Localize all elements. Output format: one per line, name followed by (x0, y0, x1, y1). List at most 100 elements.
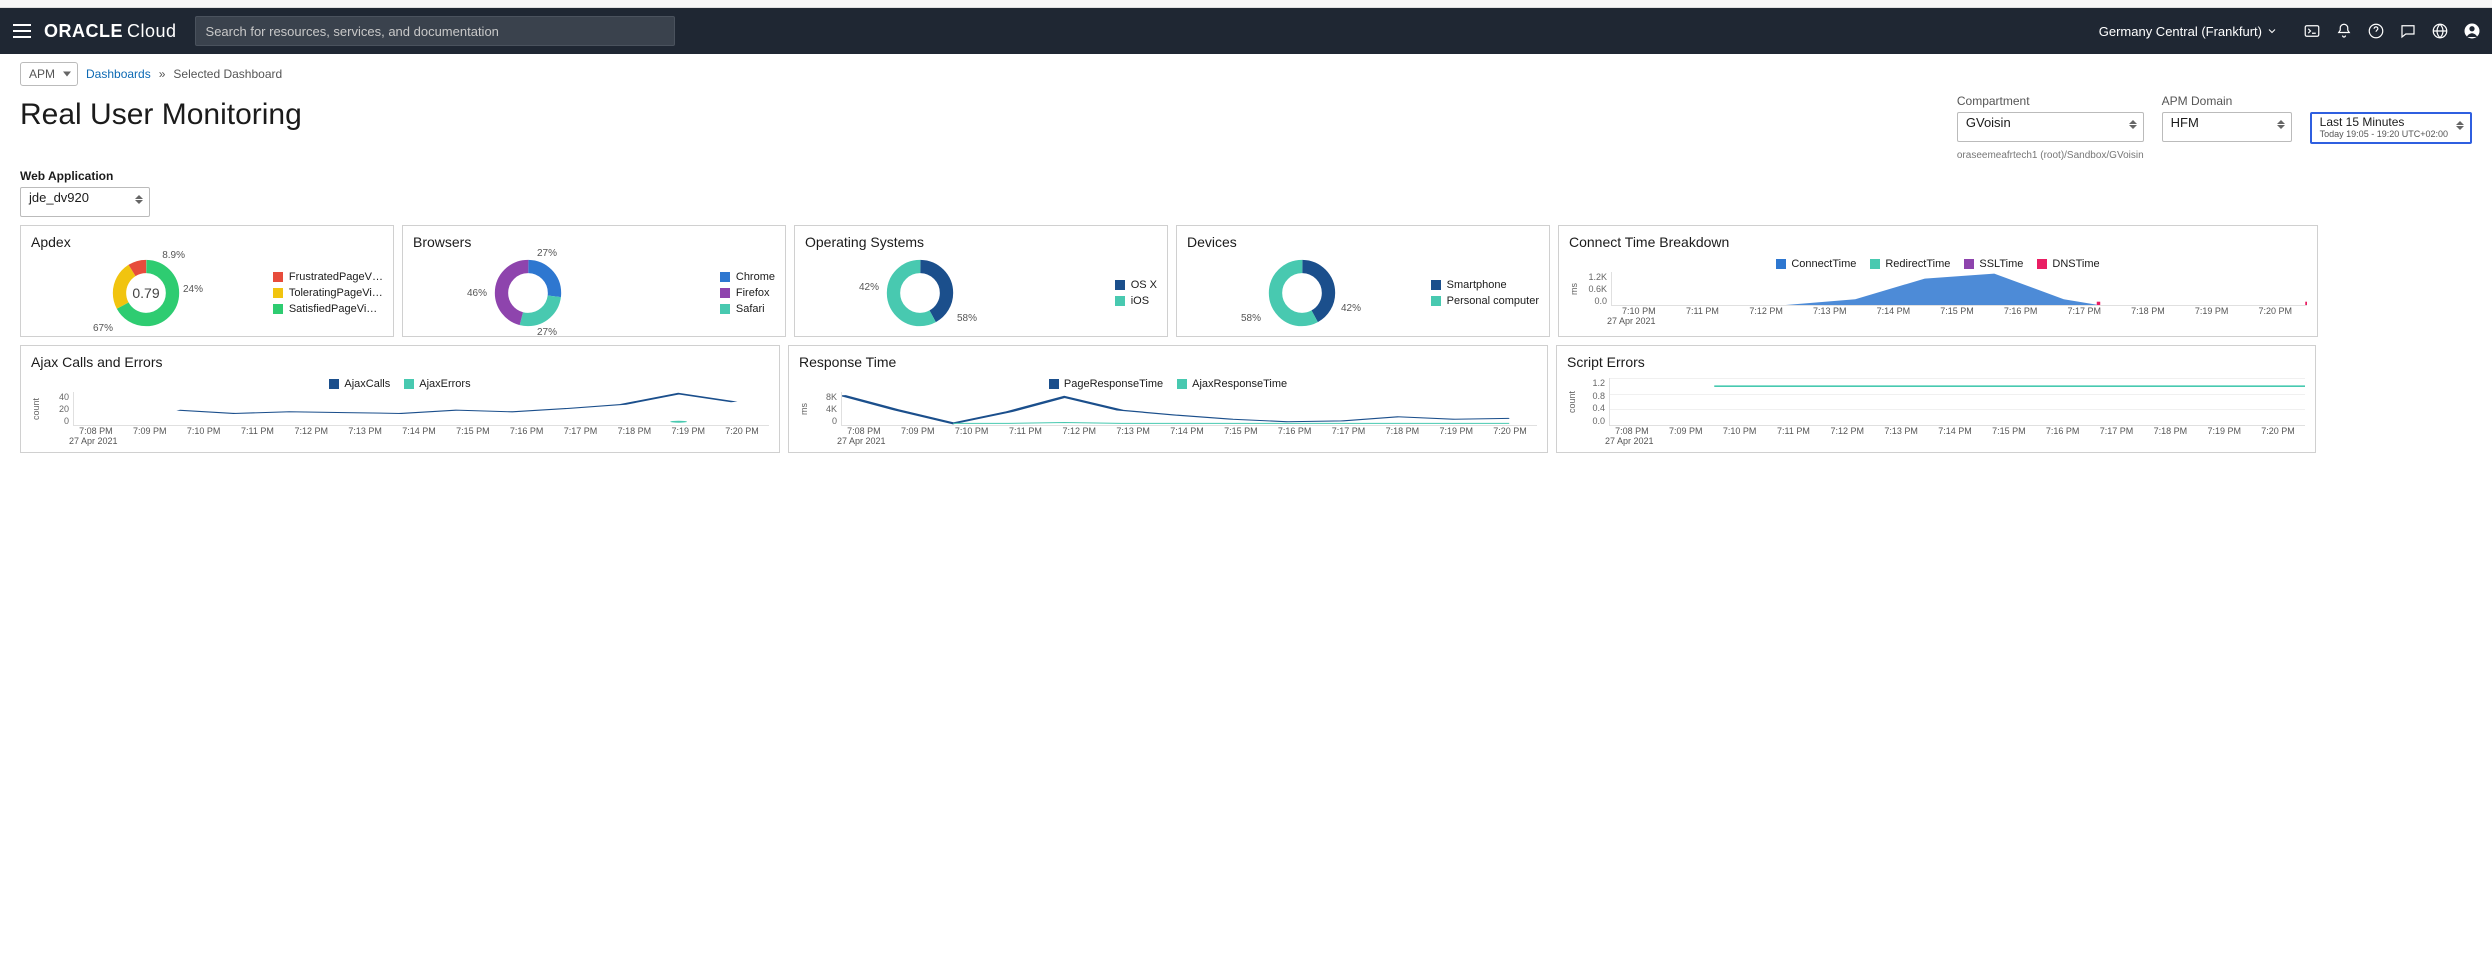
legend-tolerating: ToleratingPageVi… (289, 287, 383, 299)
time-range-select[interactable]: Last 15 Minutes Today 19:05 - 19:20 UTC+… (2310, 112, 2472, 144)
xticks-long: 7:08 PM7:09 PM7:10 PM7:11 PM7:12 PM7:13 … (837, 426, 1537, 436)
search-input[interactable] (195, 16, 675, 46)
devices-legend: Smartphone Personal computer (1431, 279, 1539, 307)
compartment-label: Compartment (1957, 94, 2144, 108)
xticks-short: 7:10 PM7:11 PM7:12 PM7:13 PM7:14 PM7:15 … (1607, 306, 2307, 316)
time-spacer (2310, 94, 2472, 108)
pct-pc: 58% (1241, 313, 1261, 324)
legend-pageresponse: PageResponseTime (1064, 378, 1163, 390)
compartment-path: oraseemeafrtech1 (root)/Sandbox/GVoisin (1957, 150, 2144, 161)
ytick: 0 (811, 416, 837, 426)
legend-dnstime: DNSTime (2052, 258, 2099, 270)
ytick: 0 (43, 416, 69, 426)
panel-title: Ajax Calls and Errors (21, 346, 779, 378)
ytick: 0.4 (1579, 403, 1605, 413)
legend-osx: OS X (1131, 279, 1157, 291)
apdex-legend: FrustratedPageV… ToleratingPageVi… Satis… (273, 271, 383, 315)
ytick: 0.0 (1579, 416, 1605, 426)
legend-firefox: Firefox (736, 287, 770, 299)
panel-title: Response Time (789, 346, 1547, 378)
oracle-header: ORACLE Cloud Germany Central (Frankfurt) (0, 8, 2492, 54)
panel-script-errors: Script Errors count 1.2 0.8 0.4 0.0 7:08 PM… (1556, 345, 2316, 453)
chat-icon[interactable] (2398, 21, 2418, 41)
apm-selector-label: APM (29, 67, 55, 81)
apm-domain-select[interactable]: HFM (2162, 112, 2292, 142)
legend-frustrated: FrustratedPageV… (289, 271, 383, 283)
legend-smartphone: Smartphone (1447, 279, 1507, 291)
web-app-select[interactable]: jde_dv920 (20, 187, 150, 217)
x-date: 27 Apr 2021 (1605, 436, 2305, 446)
response-plot[interactable] (841, 392, 1537, 426)
profile-icon[interactable] (2462, 21, 2482, 41)
ytick: 40 (43, 392, 69, 402)
ytick: 1.2 (1579, 378, 1605, 388)
apdex-donut: 0.79 8.9% 24% 67% (111, 258, 181, 328)
legend-satisfied: SatisfiedPageVi… (289, 303, 377, 315)
ytick: 20 (43, 404, 69, 414)
y-axis-label: count (1567, 391, 1577, 413)
apdex-score: 0.79 (111, 258, 181, 328)
web-app-value: jde_dv920 (29, 190, 89, 205)
ajax-legend: AjaxCalls AjaxErrors (31, 378, 769, 390)
y-axis-label: ms (1569, 283, 1579, 295)
panel-response-time: Response Time PageResponseTime AjaxRespo… (788, 345, 1548, 453)
xticks-long: 7:08 PM7:09 PM7:10 PM7:11 PM7:12 PM7:13 … (1605, 426, 2305, 436)
x-date: 27 Apr 2021 (837, 436, 1537, 446)
ytick: 1.2K (1581, 272, 1607, 282)
oracle-logo[interactable]: ORACLE Cloud (44, 21, 177, 42)
ytick: 0.0 (1581, 296, 1607, 306)
script-plot[interactable] (1609, 378, 2305, 426)
devices-donut: 42% 58% (1267, 258, 1337, 328)
pct-frustrated: 8.9% (162, 250, 185, 261)
breadcrumb-sep: » (159, 67, 166, 81)
ytick: 8K (811, 392, 837, 402)
browser-chrome-fragment (0, 0, 2492, 8)
legend-ajaxresponse: AjaxResponseTime (1192, 378, 1287, 390)
breadcrumb-dashboards[interactable]: Dashboards (86, 67, 151, 81)
connect-plot[interactable] (1611, 272, 2307, 306)
legend-ssltime: SSLTime (1979, 258, 2023, 270)
pct-firefox: 46% (467, 288, 487, 299)
xticks-long: 7:08 PM7:09 PM7:10 PM7:11 PM7:12 PM7:13 … (69, 426, 769, 436)
pct-satisfied: 67% (93, 323, 113, 334)
brand-mark: ORACLE (44, 21, 123, 42)
panel-title: Devices (1177, 226, 1549, 258)
connect-legend: ConnectTime RedirectTime SSLTime DNSTime (1569, 258, 2307, 270)
time-sub: Today 19:05 - 19:20 UTC+02:00 (2320, 130, 2448, 139)
pct-safari: 27% (537, 327, 557, 338)
pct-chrome: 27% (537, 248, 557, 259)
panel-connect-breakdown: Connect Time Breakdown ConnectTime Redir… (1558, 225, 2318, 337)
legend-ajaxerrors: AjaxErrors (419, 378, 470, 390)
dashboard-grid: Apdex 0.79 8.9% 24% 67% FrustratedPageV…… (0, 221, 2492, 473)
panel-title: Script Errors (1557, 346, 2315, 378)
pct-osx: 42% (859, 282, 879, 293)
panel-devices: Devices 42% 58% Smartphone Personal comp… (1176, 225, 1550, 337)
legend-redirecttime: RedirectTime (1885, 258, 1950, 270)
response-legend: PageResponseTime AjaxResponseTime (799, 378, 1537, 390)
globe-icon[interactable] (2430, 21, 2450, 41)
page-title: Real User Monitoring (20, 98, 302, 132)
chevron-down-icon (2266, 25, 2278, 37)
compartment-select[interactable]: GVoisin (1957, 112, 2144, 142)
menu-icon[interactable] (10, 19, 34, 43)
panel-apdex: Apdex 0.79 8.9% 24% 67% FrustratedPageV…… (20, 225, 394, 337)
y-axis-label: ms (799, 403, 809, 415)
region-label: Germany Central (Frankfurt) (2099, 24, 2262, 39)
legend-ajaxcalls: AjaxCalls (344, 378, 390, 390)
cloudshell-icon[interactable] (2302, 21, 2322, 41)
ajax-plot[interactable] (73, 392, 769, 426)
x-date: 27 Apr 2021 (69, 436, 769, 446)
header-icons (2302, 21, 2482, 41)
legend-chrome: Chrome (736, 271, 775, 283)
panel-os: Operating Systems 42% 58% OS X iOS (794, 225, 1168, 337)
ytick: 0.8 (1579, 391, 1605, 401)
web-app-label: Web Application (20, 169, 2472, 183)
breadcrumb-current: Selected Dashboard (173, 67, 282, 81)
time-main: Last 15 Minutes (2320, 116, 2448, 128)
region-selector[interactable]: Germany Central (Frankfurt) (2099, 24, 2278, 39)
panel-title: Operating Systems (795, 226, 1167, 258)
apm-selector[interactable]: APM (20, 62, 78, 86)
bell-icon[interactable] (2334, 21, 2354, 41)
apm-domain-label: APM Domain (2162, 94, 2292, 108)
help-icon[interactable] (2366, 21, 2386, 41)
